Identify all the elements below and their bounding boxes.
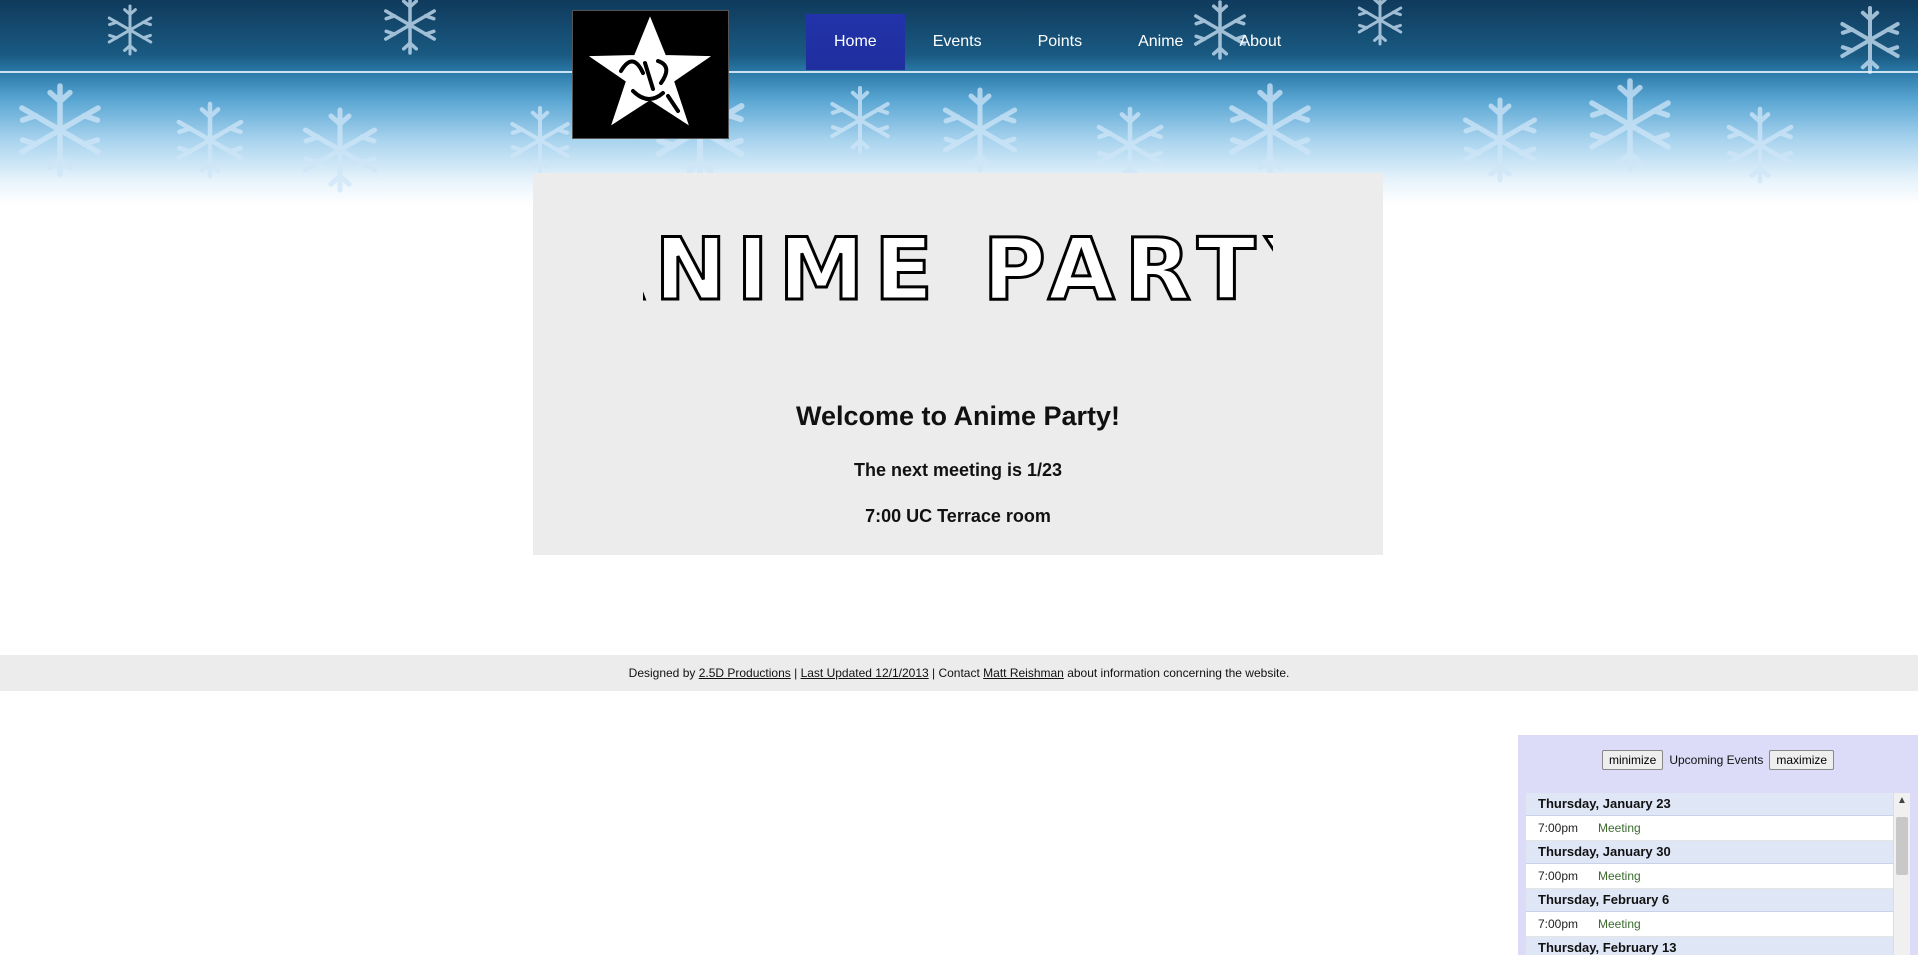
event-item[interactable]: 7:00pm Meeting <box>1526 864 1894 889</box>
widget-header: minimize Upcoming Events maximize <box>1518 735 1918 785</box>
anime-party-logo-icon <box>588 16 712 126</box>
nav-events[interactable]: Events <box>905 14 1010 70</box>
scroll-thumb[interactable] <box>1896 817 1908 875</box>
designer-link[interactable]: 2.5D Productions <box>699 666 791 680</box>
footer-designed-by: Designed by <box>628 666 699 680</box>
event-time: 7:00pm <box>1538 821 1579 835</box>
event-item[interactable]: 7:00pm Meeting <box>1526 912 1894 937</box>
footer-suffix: about information concerning the website… <box>1063 666 1290 680</box>
event-day-header: Thursday, February 13 <box>1526 937 1894 955</box>
last-updated-link[interactable]: Last Updated 12/1/2013 <box>801 666 929 680</box>
svg-text:ANIME PARTY: ANIME PARTY <box>643 221 1273 311</box>
main-content: ANIME PARTY Welcome to Anime Party! The … <box>533 173 1383 555</box>
event-name: Meeting <box>1598 917 1641 931</box>
main-nav: Home Events Points Anime About <box>806 14 1309 70</box>
events-scrollbar[interactable]: ▲ <box>1893 793 1910 955</box>
widget-title: Upcoming Events <box>1669 753 1764 767</box>
nav-points[interactable]: Points <box>1010 14 1110 70</box>
upcoming-events-widget: minimize Upcoming Events maximize Thursd… <box>1518 735 1918 955</box>
maximize-button[interactable]: maximize <box>1769 750 1835 770</box>
site-logo[interactable] <box>572 10 729 139</box>
event-name: Meeting <box>1598 821 1641 835</box>
next-meeting-text: The next meeting is 1/23 <box>853 460 1063 480</box>
event-item[interactable]: 7:00pm Meeting <box>1526 816 1894 841</box>
scroll-up-icon[interactable]: ▲ <box>1894 793 1910 809</box>
event-name: Meeting <box>1598 869 1641 883</box>
contact-link[interactable]: Matt Reishman <box>983 666 1064 680</box>
site-footer: Designed by 2.5D Productions | Last Upda… <box>0 655 1918 691</box>
event-time: 7:00pm <box>1538 869 1579 883</box>
meeting-location-text: 7:00 UC Terrace room <box>865 506 1051 526</box>
event-day-header: Thursday, January 30 <box>1526 841 1894 864</box>
nav-anime[interactable]: Anime <box>1110 14 1211 70</box>
event-day-header: Thursday, February 6 <box>1526 889 1894 912</box>
events-list[interactable]: Thursday, January 23 7:00pm Meeting Thurs… <box>1526 793 1910 955</box>
welcome-heading: Welcome to Anime Party! <box>795 401 1121 431</box>
anime-party-title-art: ANIME PARTY <box>643 221 1273 311</box>
minimize-button[interactable]: minimize <box>1601 750 1664 770</box>
nav-home[interactable]: Home <box>806 14 905 70</box>
banner-divider <box>0 71 1918 73</box>
event-time: 7:00pm <box>1538 917 1579 931</box>
footer-separator: | <box>790 666 801 680</box>
nav-about[interactable]: About <box>1211 14 1309 70</box>
footer-contact-prefix: | Contact <box>928 666 984 680</box>
event-day-header: Thursday, January 23 <box>1526 793 1894 816</box>
